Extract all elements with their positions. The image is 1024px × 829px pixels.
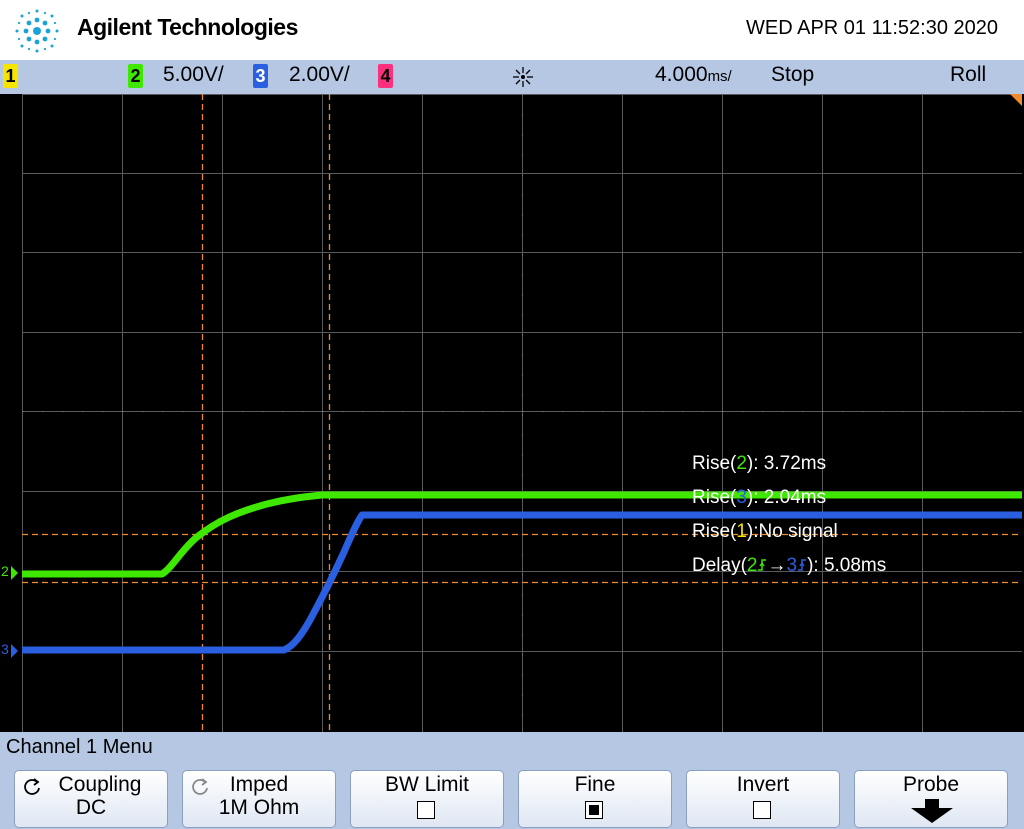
invert-checkbox[interactable] bbox=[753, 801, 771, 819]
measurement-rise-ch3: Rise(3): 2.04ms bbox=[692, 487, 827, 508]
channel-1-indicator[interactable]: 1 bbox=[3, 64, 18, 88]
coupling-softkey[interactable]: Coupling DC bbox=[14, 770, 168, 828]
rising-edge-icon bbox=[798, 559, 807, 571]
bw-limit-softkey[interactable]: BW Limit bbox=[350, 770, 504, 828]
probe-label: Probe bbox=[902, 773, 960, 796]
measurement-delay: Delay(2 →3): 5.08ms bbox=[692, 555, 887, 576]
graticule bbox=[22, 94, 1022, 732]
menu-title: Channel 1 Menu bbox=[6, 736, 153, 758]
measurement-rise-ch1: Rise(1):No signal bbox=[692, 521, 838, 542]
acquisition-mode: Roll bbox=[950, 63, 987, 86]
fine-checkbox[interactable] bbox=[585, 801, 603, 819]
invert-label: Invert bbox=[736, 773, 790, 796]
bw-limit-label: BW Limit bbox=[385, 773, 469, 796]
channel-4-indicator[interactable]: 4 bbox=[378, 64, 393, 88]
coupling-value: DC bbox=[75, 796, 107, 819]
probe-softkey[interactable]: Probe bbox=[854, 770, 1008, 828]
channel-2-ground-marker[interactable]: 2 bbox=[1, 563, 19, 583]
channel-3-indicator[interactable]: 3 bbox=[253, 64, 268, 88]
run-state: Stop bbox=[771, 63, 815, 86]
orange-marker-icon bbox=[1010, 94, 1022, 106]
trigger-spark-icon bbox=[513, 67, 533, 87]
agilent-spark-icon bbox=[15, 9, 59, 53]
coupling-label: Coupling bbox=[58, 773, 142, 796]
channel-2-indicator[interactable]: 2 bbox=[128, 64, 143, 88]
channel-2-scale: 5.00V/ bbox=[163, 63, 224, 86]
channel-3-scale: 2.00V/ bbox=[289, 63, 350, 86]
invert-softkey[interactable]: Invert bbox=[686, 770, 840, 828]
rising-edge-icon bbox=[758, 559, 767, 571]
header: Agilent Technologies WED APR 01 11:52:30… bbox=[0, 0, 1024, 60]
impedance-label: Imped bbox=[229, 773, 289, 796]
fine-softkey[interactable]: Fine bbox=[518, 770, 672, 828]
bw-limit-checkbox[interactable] bbox=[417, 801, 435, 819]
timebase-value: 4.000ms/ bbox=[655, 63, 732, 86]
status-bar: 1 2 5.00V/ 3 2.00V/ 4 4.000ms/ Stop Roll bbox=[0, 60, 1024, 94]
impedance-softkey[interactable]: Imped 1M Ohm bbox=[182, 770, 336, 828]
fine-label: Fine bbox=[574, 773, 616, 796]
measurement-rise-ch2: Rise(2): 3.72ms bbox=[692, 453, 827, 474]
channel-3-ground-marker[interactable]: 3 bbox=[1, 641, 19, 661]
impedance-value: 1M Ohm bbox=[218, 796, 300, 819]
softkey-menu: Channel 1 Menu Coupling DC Imped 1M Ohm … bbox=[0, 732, 1024, 829]
datetime: WED APR 01 11:52:30 2020 bbox=[745, 17, 998, 39]
waveform-display[interactable] bbox=[22, 94, 1022, 732]
channel-marker-strip bbox=[0, 94, 22, 732]
submenu-arrow-icon bbox=[911, 799, 953, 823]
brand-name: Agilent Technologies bbox=[77, 14, 298, 40]
